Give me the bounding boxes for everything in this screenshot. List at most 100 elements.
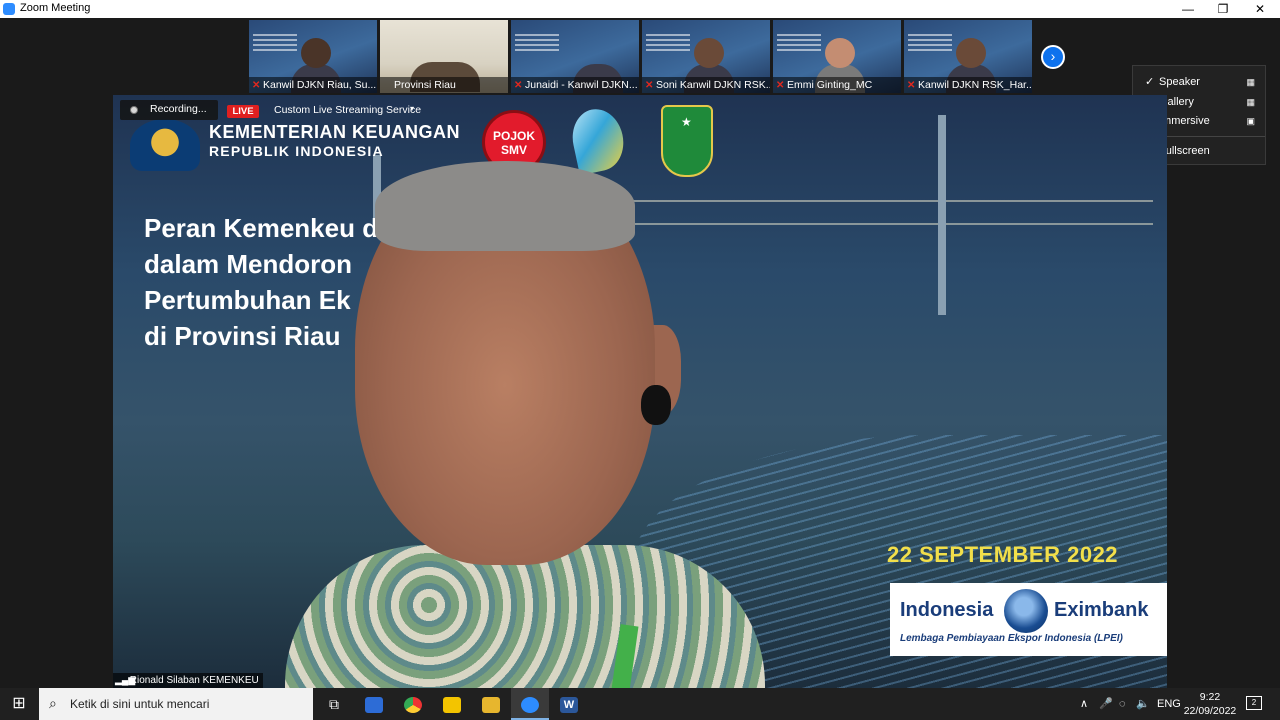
task-view-icon[interactable]: ⧉ bbox=[315, 688, 353, 720]
menu-item-speaker[interactable]: ✓ Speaker ▦ bbox=[1133, 73, 1265, 91]
active-speaker-name: Rionald Silaban KEMENKEU bbox=[129, 675, 259, 686]
bridge-deck bbox=[633, 223, 1153, 225]
bridge-tower bbox=[938, 115, 946, 315]
smv-label: SMV bbox=[500, 143, 527, 157]
participant-face bbox=[301, 38, 331, 68]
slide-title-line: Peran Kemenkeu d bbox=[144, 213, 379, 243]
speaker-figure bbox=[285, 161, 765, 688]
muted-mic-icon: ✕ bbox=[252, 80, 261, 91]
sponsor-name-right: Eximbank bbox=[1054, 599, 1149, 621]
minimize-button[interactable]: — bbox=[1170, 0, 1206, 18]
slide-title-line: dalam Mendoron bbox=[144, 249, 353, 279]
participant-face bbox=[956, 38, 986, 68]
zoom-app-icon bbox=[3, 3, 15, 15]
earbud bbox=[641, 385, 671, 425]
speaker-shirt bbox=[285, 545, 765, 688]
muted-mic-icon: ✕ bbox=[776, 80, 785, 91]
speaker-view-icon: ▦ bbox=[1246, 77, 1255, 87]
recording-status: Recording... bbox=[150, 103, 207, 115]
recording-indicator[interactable]: Recording... bbox=[120, 100, 218, 120]
pojok-label: POJOK bbox=[492, 129, 535, 143]
restore-button[interactable]: ❐ bbox=[1205, 0, 1241, 18]
active-speaker-video: KEMENTERIAN KEUANGAN REPUBLIK INDONESIA … bbox=[113, 95, 1167, 688]
participant-thumbnail[interactable]: ✕ Kanwil DJKN Riau, Su... bbox=[249, 20, 377, 93]
volume-icon[interactable]: 🔈 bbox=[1136, 688, 1150, 720]
chevron-down-icon[interactable]: ▾ bbox=[410, 104, 414, 113]
shared-slide-preview bbox=[908, 34, 952, 54]
sponsor-tagline: Lembaga Pembiayaan Ekspor Indonesia (LPE… bbox=[900, 633, 1123, 644]
kemenkeu-logo bbox=[130, 119, 200, 171]
eximbank-globe-icon bbox=[1004, 589, 1048, 633]
shared-slide-preview bbox=[646, 34, 690, 54]
participant-thumbnail[interactable]: ✕ Junaidi - Kanwil DJKN... bbox=[511, 20, 639, 93]
participant-name-tag: ·Provinsi Riau bbox=[380, 77, 508, 93]
notification-center-icon[interactable]: 2 bbox=[1246, 696, 1262, 710]
tray-chevron-icon[interactable]: ∧ bbox=[1080, 688, 1088, 720]
word-icon[interactable]: W bbox=[550, 688, 588, 720]
muted-mic-icon: ✕ bbox=[645, 80, 654, 91]
event-date: 22 SEPTEMBER 2022 bbox=[887, 542, 1119, 567]
participant-name-tag: ✕ Junaidi - Kanwil DJKN... bbox=[511, 77, 639, 93]
system-clock[interactable]: 9:22 22/09/2022 bbox=[1180, 690, 1240, 718]
sticky-notes-icon[interactable] bbox=[433, 688, 471, 720]
gallery-grid-icon: ▦ bbox=[1246, 97, 1255, 107]
taskbar-search-box[interactable]: ⌕ Ketik di sini untuk mencari bbox=[39, 688, 313, 720]
chrome-icon[interactable] bbox=[394, 688, 432, 720]
recording-dot-icon bbox=[130, 106, 138, 114]
sticky-notes-glyph bbox=[443, 697, 461, 714]
next-page-arrow-icon[interactable]: › bbox=[1041, 45, 1065, 69]
bridge-deck bbox=[633, 200, 1153, 202]
mic-icon: · bbox=[383, 78, 392, 93]
clock-time: 9:22 bbox=[1199, 691, 1221, 703]
check-icon: ✓ bbox=[1145, 76, 1155, 88]
org-name: KEMENTERIAN KEUANGAN bbox=[209, 122, 461, 142]
microphone-icon[interactable]: 🎤 bbox=[1099, 688, 1113, 720]
language-indicator[interactable]: ENG bbox=[1157, 688, 1181, 720]
zoom-launcher-glyph bbox=[365, 697, 383, 714]
window-title-bar: Zoom Meeting — ❐ ✕ bbox=[0, 0, 1280, 18]
eximbank-logo: Indonesia Eximbank Lembaga Pembiayaan Ek… bbox=[890, 583, 1167, 656]
participant-thumbnail[interactable]: ✕ Kanwil DJKN RSK_Har... bbox=[904, 20, 1032, 93]
muted-mic-icon: ✕ bbox=[907, 80, 916, 91]
participant-face bbox=[825, 38, 855, 68]
star-icon: ★ bbox=[681, 115, 692, 129]
file-explorer-glyph bbox=[482, 697, 500, 714]
word-glyph: W bbox=[560, 697, 578, 714]
window-title: Zoom Meeting bbox=[20, 2, 91, 14]
participant-thumbnail[interactable]: ·Provinsi Riau bbox=[380, 20, 508, 93]
zoom-taskbar-icon[interactable] bbox=[511, 688, 549, 720]
participant-name: Kanwil DJKN RSK_Har... bbox=[918, 79, 1032, 91]
participant-name-tag: ✕ Kanwil DJKN Riau, Su... bbox=[249, 77, 377, 93]
participant-thumbnail[interactable]: ✕ Emmi Ginting_MC bbox=[773, 20, 901, 93]
shared-slide-preview bbox=[253, 34, 297, 54]
org-subtitle: REPUBLIK INDONESIA bbox=[209, 143, 384, 159]
wifi-icon[interactable]: ◌ bbox=[1119, 688, 1126, 720]
meeting-stage: ✕Kanwil DJKN Riau, Su... ·Provinsi Riau … bbox=[0, 18, 1280, 688]
participant-name: Provinsi Riau bbox=[394, 79, 456, 91]
file-explorer-icon[interactable] bbox=[472, 688, 510, 720]
participant-thumbnail[interactable]: ✕ Soni Kanwil DJKN RSK... bbox=[642, 20, 770, 93]
immersive-view-icon: ▣ bbox=[1246, 116, 1255, 126]
search-placeholder: Ketik di sini untuk mencari bbox=[70, 697, 210, 711]
zoom-glyph bbox=[521, 697, 539, 714]
search-icon: ⌕ bbox=[49, 695, 57, 711]
participant-name: Emmi Ginting_MC bbox=[787, 79, 873, 91]
zoom-launcher-icon[interactable] bbox=[355, 688, 393, 720]
live-badge: LIVE bbox=[227, 105, 259, 118]
sponsor-name-left: Indonesia bbox=[900, 599, 994, 621]
shared-slide-preview bbox=[777, 34, 821, 54]
speaker-hair bbox=[375, 161, 635, 251]
participant-face bbox=[694, 38, 724, 68]
close-button[interactable]: ✕ bbox=[1242, 0, 1278, 18]
active-speaker-name-tag: ▂▄▆ Rionald Silaban KEMENKEU bbox=[113, 673, 263, 688]
stream-service-dropdown[interactable]: Custom Live Streaming Service bbox=[274, 104, 421, 116]
slide-title-line: di Provinsi Riau bbox=[144, 321, 341, 351]
windows-start-icon[interactable]: ⊞ bbox=[0, 688, 38, 720]
signal-strength-icon: ▂▄▆ bbox=[115, 675, 136, 685]
chrome-glyph bbox=[404, 697, 422, 714]
menu-item-label: Speaker bbox=[1159, 76, 1200, 88]
slide-title-line: Pertumbuhan Ek bbox=[144, 285, 351, 315]
shared-slide-preview bbox=[515, 34, 559, 54]
participant-name: Kanwil DJKN Riau, Su... bbox=[263, 79, 377, 91]
muted-mic-icon: ✕ bbox=[514, 80, 523, 91]
